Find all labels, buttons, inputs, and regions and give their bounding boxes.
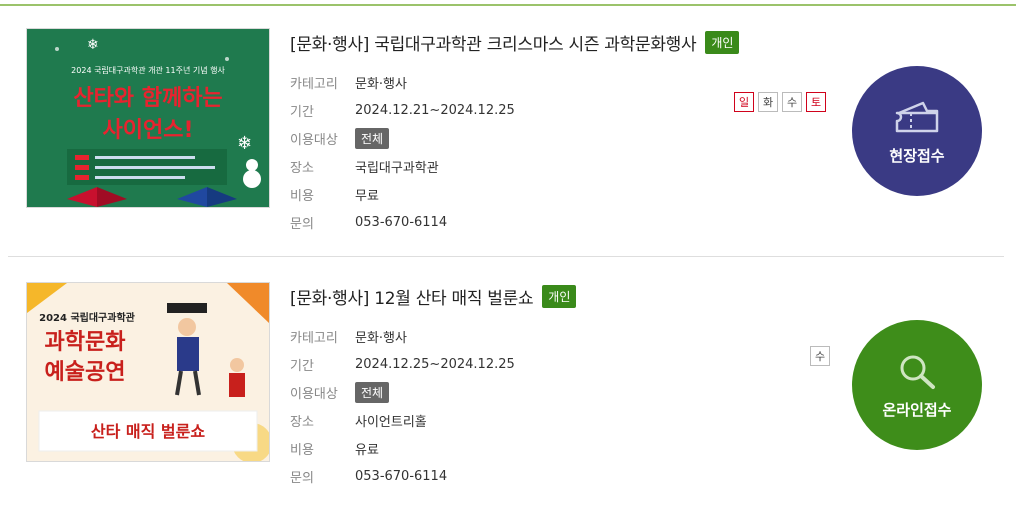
event-card: 2024 국립대구과학관 과학문화 예술공연 산타 매직 벌룬쇼 [문화·행사]… (0, 270, 1016, 510)
label-audience: 이용대상 (290, 386, 338, 402)
value-place: 국립대구과학관 (355, 160, 439, 176)
ticket-icon (895, 101, 939, 132)
online-registration-button[interactable]: 온라인접수 (852, 320, 982, 450)
event-card: ❄ ❄ 2024 국립대구과학관 개관 11주년 기념 행사 산타와 함께하는 … (0, 16, 1016, 256)
info-row-period: 기간 2024.12.21~2024.12.25 (290, 96, 515, 124)
info-row-period: 기간 2024.12.25~2024.12.25 (290, 350, 515, 378)
title-row: [문화·행사] 국립대구과학관 크리스마스 시즌 과학문화행사 개인 (290, 30, 740, 55)
poster-line4: 산타 매직 벌룬쇼 (91, 422, 205, 441)
info-row-contact: 문의 053-670-6114 (290, 208, 515, 236)
info-row-audience: 이용대상 전체 (290, 124, 515, 152)
svg-text:❄: ❄ (87, 37, 99, 53)
audience-badge: 개인 (705, 31, 740, 54)
label-contact: 문의 (290, 216, 314, 232)
magic-show-poster: 2024 국립대구과학관 과학문화 예술공연 산타 매직 벌룬쇼 (27, 283, 269, 461)
poster-line2: 과학문화 (45, 330, 126, 355)
label-fee: 비용 (290, 188, 314, 204)
value-audience: 전체 (355, 381, 390, 403)
info-row-place: 장소 국립대구과학관 (290, 152, 515, 180)
value-contact: 053-670-6114 (355, 468, 448, 484)
event-thumbnail[interactable]: 2024 국립대구과학관 과학문화 예술공연 산타 매직 벌룬쇼 (26, 282, 270, 462)
weekday-list: 수 (810, 346, 830, 366)
info-row-fee: 비용 유료 (290, 434, 515, 462)
value-category: 문화·행사 (355, 76, 407, 92)
value-fee: 유료 (355, 442, 379, 458)
weekday-list: 일 화 수 토 (734, 92, 826, 112)
card-divider (8, 256, 1004, 257)
value-period: 2024.12.21~2024.12.25 (355, 102, 515, 118)
label-place: 장소 (290, 414, 314, 430)
label-period: 기간 (290, 104, 314, 120)
info-row-category: 카테고리 문화·행사 (290, 68, 515, 96)
event-info: 카테고리 문화·행사 기간 2024.12.25~2024.12.25 이용대상 전체… (290, 322, 515, 490)
poster-line3: 예술공연 (45, 360, 126, 385)
label-audience: 이용대상 (290, 132, 338, 148)
info-row-fee: 비용 무료 (290, 180, 515, 208)
event-title[interactable]: [문화·행사] 국립대구과학관 크리스마스 시즌 과학문화행사 (290, 30, 697, 55)
label-place: 장소 (290, 160, 314, 176)
value-period: 2024.12.25~2024.12.25 (355, 356, 515, 372)
value-audience: 전체 (355, 127, 390, 149)
title-row: [문화·행사] 12월 산타 매직 벌룬쇼 개인 (290, 284, 577, 309)
label-category: 카테고리 (290, 330, 338, 346)
info-row-category: 카테고리 문화·행사 (290, 322, 515, 350)
day-sun: 일 (734, 92, 754, 112)
day-wed: 수 (810, 346, 830, 366)
info-row-place: 장소 사이언트리홀 (290, 406, 515, 434)
poster-line3: 사이언스! (103, 118, 194, 143)
poster-line1: 2024 국립대구과학관 (39, 311, 136, 324)
info-row-contact: 문의 053-670-6114 (290, 462, 515, 490)
day-sat: 토 (806, 92, 826, 112)
audience-badge: 개인 (542, 285, 577, 308)
event-thumbnail[interactable]: ❄ ❄ 2024 국립대구과학관 개관 11주년 기념 행사 산타와 함께하는 … (26, 28, 270, 208)
label-category: 카테고리 (290, 76, 338, 92)
info-row-audience: 이용대상 전체 (290, 378, 515, 406)
svg-text:❄: ❄ (237, 133, 252, 154)
value-place: 사이언트리홀 (355, 414, 427, 430)
christmas-poster: ❄ ❄ 2024 국립대구과학관 개관 11주년 기념 행사 산타와 함께하는 … (27, 29, 269, 207)
top-border (0, 4, 1016, 6)
day-wed: 수 (782, 92, 802, 112)
onsite-registration-button[interactable]: 현장접수 (852, 66, 982, 196)
label-contact: 문의 (290, 470, 314, 486)
event-info: 카테고리 문화·행사 기간 2024.12.21~2024.12.25 이용대상 전체… (290, 68, 515, 236)
label-period: 기간 (290, 358, 314, 374)
online-label: 온라인접수 (882, 400, 952, 419)
event-title[interactable]: [문화·행사] 12월 산타 매직 벌룬쇼 (290, 284, 534, 309)
poster-line2: 산타와 함께하는 (73, 86, 222, 111)
value-fee: 무료 (355, 188, 379, 204)
value-contact: 053-670-6114 (355, 214, 448, 230)
value-category: 문화·행사 (355, 330, 407, 346)
search-icon (900, 355, 935, 389)
onsite-label: 현장접수 (889, 146, 945, 165)
poster-line1: 2024 국립대구과학관 개관 11주년 기념 행사 (71, 65, 225, 75)
label-fee: 비용 (290, 442, 314, 458)
day-tue: 화 (758, 92, 778, 112)
